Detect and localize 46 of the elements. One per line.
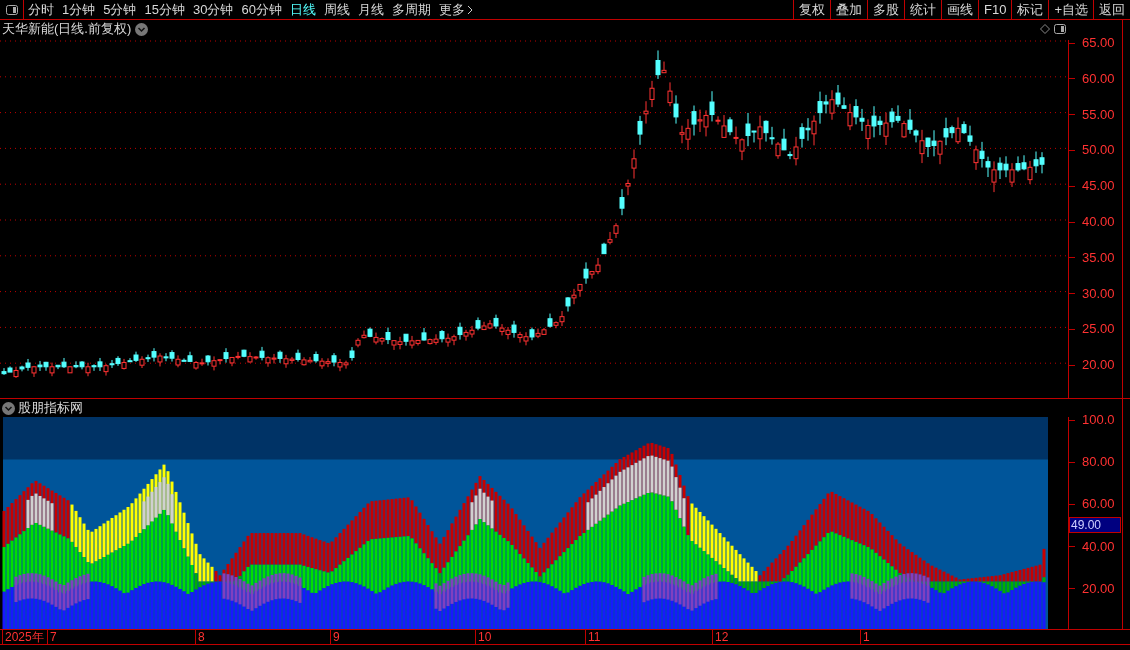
- period-tab[interactable]: 60分钟: [237, 0, 286, 19]
- period-tab[interactable]: 1分钟: [58, 0, 100, 19]
- date-label: 10: [475, 630, 492, 644]
- date-label: 1: [860, 630, 870, 644]
- axis-label: 60.00: [1082, 71, 1115, 86]
- date-label: 11: [585, 630, 601, 644]
- date-label: 12: [712, 630, 729, 644]
- stock-title: 天华新能(日线.前复权): [2, 20, 132, 39]
- period-tab[interactable]: 30分钟: [188, 0, 238, 19]
- period-tab[interactable]: 日线: [285, 0, 320, 19]
- period-tab[interactable]: 分时: [24, 0, 58, 19]
- indicator-title: 股朋指标网: [18, 399, 83, 418]
- axis-label: 35.00: [1082, 250, 1115, 265]
- toolbar-button[interactable]: 返回: [1093, 0, 1130, 19]
- period-tab[interactable]: 多周期: [387, 0, 435, 19]
- axis-label: 25.00: [1082, 322, 1115, 337]
- axis-label: 20.00: [1082, 581, 1115, 596]
- date-label: 8: [195, 630, 205, 644]
- period-tab[interactable]: 周线: [319, 0, 354, 19]
- date-label: 2025年: [2, 630, 44, 644]
- toolbar-button[interactable]: +自选: [1048, 0, 1093, 19]
- toolbar-button[interactable]: 多股: [867, 0, 904, 19]
- axis-label: 60.00: [1082, 497, 1115, 512]
- toolbar-button[interactable]: 叠加: [830, 0, 867, 19]
- cursor-value-label: 49.00: [1069, 517, 1121, 533]
- axis-label: 45.00: [1082, 179, 1115, 194]
- date-label: 7: [47, 630, 57, 644]
- toolbar-button[interactable]: F10: [978, 0, 1012, 19]
- axis-label: 50.00: [1082, 143, 1115, 158]
- toolbar-button[interactable]: 复权: [793, 0, 830, 19]
- axis-label: 55.00: [1082, 107, 1115, 122]
- axis-label: 80.00: [1082, 455, 1115, 470]
- period-tab[interactable]: 5分钟: [99, 0, 141, 19]
- period-tab[interactable]: 更多: [434, 0, 477, 19]
- axis-label: 40.00: [1082, 215, 1115, 229]
- toolbar-button[interactable]: 画线: [941, 0, 978, 19]
- axis-label: 40.00: [1082, 539, 1115, 554]
- period-tab[interactable]: 月线: [353, 0, 388, 19]
- toolbar-button[interactable]: 统计: [904, 0, 941, 19]
- axis-label: 20.00: [1082, 358, 1115, 373]
- date-label: 9: [330, 630, 340, 644]
- period-tab[interactable]: 15分钟: [140, 0, 189, 19]
- axis-label: 100.0: [1082, 413, 1115, 427]
- axis-label: 65.00: [1082, 36, 1115, 50]
- axis-label: 30.00: [1082, 286, 1115, 301]
- toolbar-button[interactable]: 标记: [1011, 0, 1049, 19]
